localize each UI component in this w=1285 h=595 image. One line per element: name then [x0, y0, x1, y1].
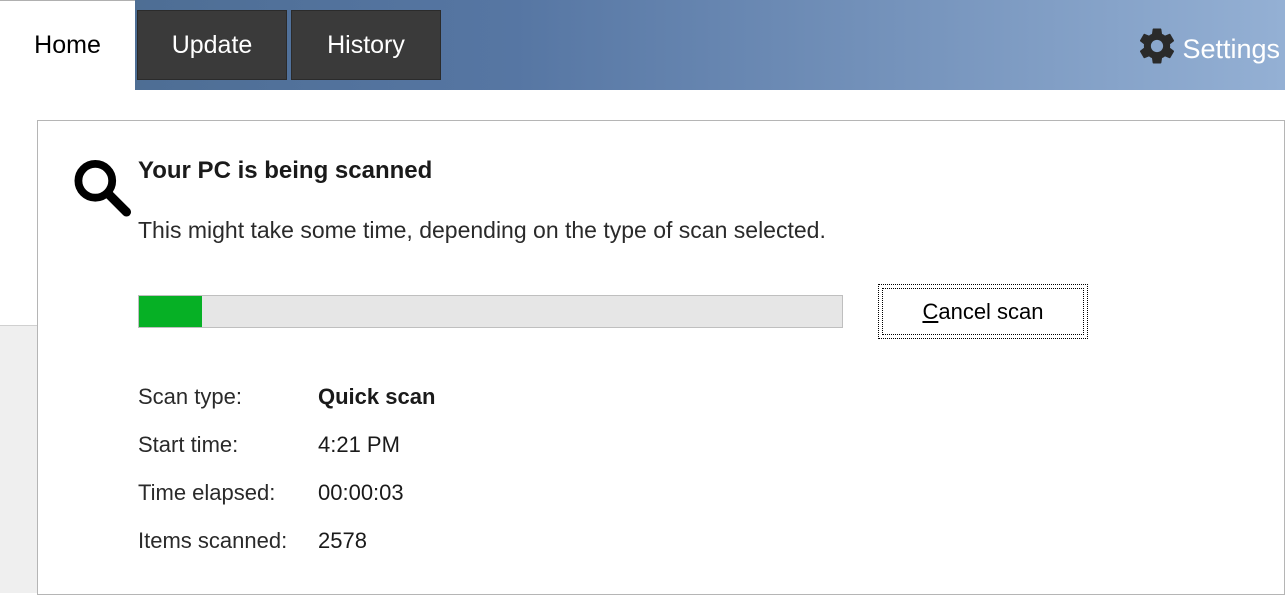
detail-row-scan-type: Scan type: Quick scan	[138, 384, 1254, 410]
detail-label-scan-type: Scan type:	[138, 384, 318, 410]
cancel-rest: ancel scan	[938, 299, 1043, 324]
side-panel-stub	[0, 325, 37, 593]
tab-update-label: Update	[172, 31, 253, 60]
settings-label: Settings	[1182, 34, 1280, 65]
gear-icon	[1136, 25, 1182, 74]
progress-bar	[138, 295, 843, 328]
cancel-scan-button[interactable]: Cancel scan	[878, 284, 1088, 339]
content-panel: Your PC is being scanned This might take…	[37, 120, 1285, 595]
detail-value-scan-type: Quick scan	[318, 384, 435, 410]
detail-row-items-scanned: Items scanned: 2578	[138, 528, 1254, 554]
tab-home-label: Home	[34, 31, 101, 60]
detail-value-time-elapsed: 00:00:03	[318, 480, 404, 506]
detail-label-items-scanned: Items scanned:	[138, 528, 318, 554]
detail-value-items-scanned: 2578	[318, 528, 367, 554]
header-bar: Home Update History Settings	[0, 0, 1285, 90]
scan-subtitle: This might take some time, depending on …	[138, 217, 1254, 244]
tab-home[interactable]: Home	[0, 0, 135, 90]
tab-history[interactable]: History	[291, 10, 441, 80]
scan-title: Your PC is being scanned	[138, 157, 1254, 185]
progress-row: Cancel scan	[138, 284, 1254, 339]
detail-row-time-elapsed: Time elapsed: 00:00:03	[138, 480, 1254, 506]
detail-row-start-time: Start time: 4:21 PM	[138, 432, 1254, 458]
scan-header: Your PC is being scanned This might take…	[68, 151, 1254, 284]
scan-details: Scan type: Quick scan Start time: 4:21 P…	[138, 384, 1254, 554]
tab-update[interactable]: Update	[137, 10, 287, 80]
cancel-letter: C	[922, 299, 938, 324]
detail-label-start-time: Start time:	[138, 432, 318, 458]
progress-fill	[139, 296, 202, 327]
detail-label-time-elapsed: Time elapsed:	[138, 480, 318, 506]
settings-link[interactable]: Settings	[1136, 25, 1280, 74]
search-icon	[68, 151, 133, 221]
tab-history-label: History	[327, 31, 405, 60]
detail-value-start-time: 4:21 PM	[318, 432, 400, 458]
